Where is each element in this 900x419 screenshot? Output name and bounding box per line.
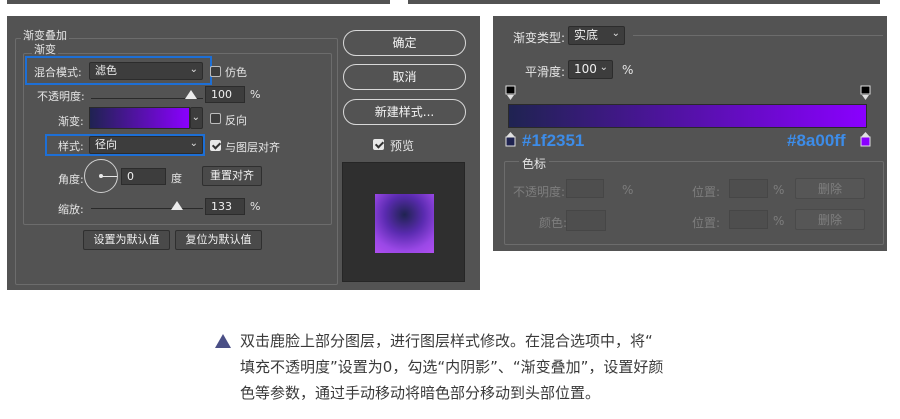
gradient-label: 渐变: (58, 115, 84, 128)
caption-line-1: 双击鹿脸上部分图层，进行图层样式修改。在混合选项中，将“ (240, 332, 653, 350)
stop-opacity-input[interactable] (566, 179, 604, 198)
opacity-label: 不透明度: (37, 90, 85, 103)
top-strip-right (408, 0, 880, 4)
opacity-position-unit: % (773, 183, 785, 197)
gradient-bar[interactable] (508, 104, 867, 128)
angle-dial[interactable] (84, 159, 118, 193)
scale-label: 缩放: (58, 203, 84, 216)
smoothness-unit: % (622, 63, 634, 77)
cancel-button[interactable]: 取消 (343, 64, 466, 90)
start-color-annotation: #1f2351 (522, 131, 585, 150)
color-stops-title: 色标 (519, 155, 550, 172)
smoothness-value: 100 (574, 62, 597, 76)
stop-opacity-label: 不透明度: (513, 185, 566, 199)
opacity-stop-left[interactable] (505, 85, 517, 101)
gradient-dropdown[interactable]: ⌄ (190, 107, 203, 129)
color-stops-group (504, 161, 884, 245)
top-strip-left (7, 0, 390, 4)
color-stop-left[interactable] (505, 131, 517, 148)
align-with-layer-checkbox[interactable] (210, 140, 221, 151)
bullet-triangle-icon (215, 334, 231, 348)
opacity-position-label: 位置: (692, 185, 721, 199)
color-position-input[interactable] (729, 210, 768, 229)
stop-color-swatch[interactable] (566, 210, 606, 231)
angle-input[interactable]: 0 (121, 168, 166, 185)
stop-color-label: 颜色: (539, 216, 568, 230)
opacity-position-input[interactable] (729, 179, 768, 198)
reset-to-default-button[interactable]: 复位为默认值 (175, 230, 262, 250)
align-with-layer-label: 与图层对齐 (225, 141, 280, 154)
delete-color-stop-button[interactable]: 删除 (795, 209, 865, 230)
chevron-down-icon: ⌄ (191, 112, 200, 123)
opacity-unit: % (250, 88, 261, 101)
new-style-button[interactable]: 新建样式... (343, 99, 466, 125)
scale-input[interactable]: 133 (205, 198, 245, 215)
scale-slider-track[interactable] (91, 208, 203, 209)
end-color-annotation: #8a00ff (787, 131, 846, 150)
color-stop-right[interactable] (860, 131, 872, 148)
smoothness-select[interactable]: 100 ⌄ (568, 60, 613, 79)
blend-mode-highlight (25, 56, 212, 85)
angle-unit: 度 (171, 172, 182, 185)
caption-line-3: 色等参数，通过手动移动将暗色部分移动到头部位置。 (240, 384, 601, 402)
set-as-default-button[interactable]: 设置为默认值 (83, 230, 170, 250)
opacity-input[interactable]: 100 (205, 86, 245, 103)
subgroup-title: 渐变 (32, 41, 58, 57)
reset-alignment-button[interactable]: 重置对齐 (202, 166, 262, 186)
style-preview-swatch (375, 194, 434, 253)
opacity-stop-right[interactable] (860, 85, 872, 101)
style-preview-box (342, 162, 465, 282)
gradient-editor-dialog: 渐变类型: 实底 ⌄ 平滑度: 100 ⌄ % #1f2351 #8a00ff … (493, 16, 887, 251)
dither-checkbox[interactable] (210, 66, 221, 77)
ok-button[interactable]: 确定 (343, 30, 466, 56)
separator-line (633, 35, 883, 36)
caption-line-2: 填充不透明度”设置为0，勾选“内阴影”、“渐变叠加”，设置好颜 (240, 358, 664, 376)
style-highlight (45, 134, 205, 156)
stop-opacity-unit: % (622, 183, 634, 197)
color-position-unit: % (773, 214, 785, 228)
opacity-slider-thumb[interactable] (185, 90, 197, 99)
gradient-overlay-dialog: 渐变叠加 渐变 混合模式: 滤色 ⌄ 仿色 不透明度: 100 % 渐变: ⌄ … (7, 16, 480, 290)
gradient-type-value: 实底 (574, 28, 599, 42)
scale-slider-thumb[interactable] (171, 201, 183, 210)
color-position-label: 位置: (692, 216, 721, 230)
chevron-down-icon: ⌄ (611, 28, 620, 39)
gradient-type-label: 渐变类型: (513, 31, 566, 45)
dither-label: 仿色 (225, 66, 247, 79)
angle-label: 角度: (58, 173, 84, 186)
reverse-checkbox[interactable] (210, 113, 221, 124)
preview-checkbox[interactable] (373, 139, 384, 150)
preview-label: 预览 (390, 139, 415, 153)
gradient-type-select[interactable]: 实底 ⌄ (568, 26, 625, 45)
gradient-swatch[interactable] (89, 107, 190, 129)
angle-dial-center (99, 174, 103, 178)
chevron-down-icon: ⌄ (599, 62, 608, 73)
delete-opacity-stop-button[interactable]: 删除 (795, 178, 865, 199)
smoothness-label: 平滑度: (525, 65, 566, 79)
reverse-label: 反向 (225, 114, 247, 127)
scale-unit: % (250, 200, 261, 213)
angle-dial-needle (101, 176, 117, 177)
